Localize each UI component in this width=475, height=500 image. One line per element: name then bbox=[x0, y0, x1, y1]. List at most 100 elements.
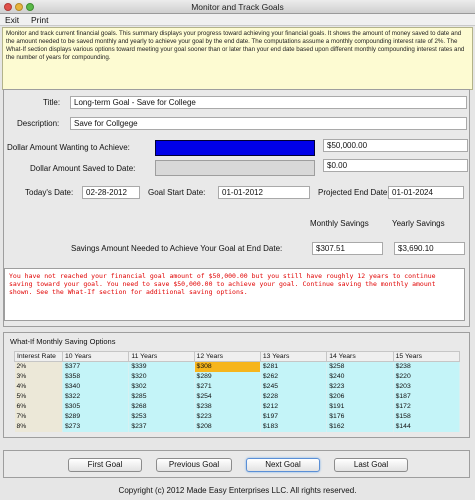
last-goal-button[interactable]: Last Goal bbox=[334, 458, 408, 472]
table-cell[interactable]: $358 bbox=[62, 372, 130, 382]
table-cell[interactable]: $253 bbox=[128, 412, 195, 422]
table-cell[interactable]: $162 bbox=[326, 422, 394, 432]
window-title-bar: Monitor and Track Goals bbox=[0, 0, 475, 14]
table-cell[interactable]: $144 bbox=[393, 422, 461, 432]
yearly-savings-header: Yearly Savings bbox=[392, 219, 445, 228]
previous-goal-button[interactable]: Previous Goal bbox=[156, 458, 232, 472]
table-cell[interactable]: $206 bbox=[326, 392, 394, 402]
first-goal-button[interactable]: First Goal bbox=[68, 458, 142, 472]
table-cell[interactable]: $191 bbox=[326, 402, 394, 412]
copyright-text: Copyright (c) 2012 Made Easy Enterprises… bbox=[118, 486, 357, 495]
end-date-label: Projected End Date: bbox=[318, 188, 390, 197]
whatif-table[interactable]: Interest Rate 10 Years 11 Years 12 Years… bbox=[14, 351, 461, 432]
table-cell[interactable]: $176 bbox=[326, 412, 394, 422]
monthly-savings-header: Monthly Savings bbox=[310, 219, 369, 228]
table-cell[interactable]: $183 bbox=[260, 422, 328, 432]
table-cell[interactable]: $285 bbox=[128, 392, 195, 402]
table-cell[interactable]: $172 bbox=[393, 402, 461, 412]
menu-exit[interactable]: Exit bbox=[3, 14, 21, 26]
minimize-window-button[interactable] bbox=[15, 3, 23, 11]
table-cell[interactable]: $262 bbox=[260, 372, 328, 382]
table-cell[interactable]: $220 bbox=[393, 372, 461, 382]
table-cell[interactable]: $339 bbox=[128, 361, 195, 372]
table-cell[interactable]: $223 bbox=[194, 412, 261, 422]
table-row[interactable]: 4% $340 $302 $271 $245 $223 $203 bbox=[14, 382, 461, 392]
wanting-label: Dollar Amount Wanting to Achieve: bbox=[7, 143, 130, 152]
table-cell[interactable]: $289 bbox=[194, 372, 261, 382]
rate-cell[interactable]: 5% bbox=[14, 392, 63, 402]
rate-cell[interactable]: 8% bbox=[14, 422, 63, 432]
description-label: Description: bbox=[17, 119, 60, 128]
menu-print[interactable]: Print bbox=[29, 14, 50, 26]
table-cell[interactable]: $281 bbox=[260, 361, 328, 372]
table-cell[interactable]: $258 bbox=[326, 361, 394, 372]
table-cell[interactable]: $238 bbox=[194, 402, 261, 412]
header-cell[interactable]: 13 Years bbox=[259, 351, 328, 362]
rate-cell[interactable]: 6% bbox=[14, 402, 63, 412]
header-cell[interactable]: 15 Years bbox=[392, 351, 461, 362]
intro-description: Monitor and track current financial goal… bbox=[2, 27, 473, 90]
table-cell[interactable]: $377 bbox=[62, 361, 130, 372]
menu-bar: Exit Print bbox=[0, 14, 475, 26]
table-cell[interactable]: $223 bbox=[326, 382, 394, 392]
todays-date-field[interactable]: 02-28-2012 bbox=[82, 186, 140, 199]
table-cell[interactable]: $254 bbox=[194, 392, 261, 402]
saved-amount-bar bbox=[155, 160, 315, 176]
table-cell[interactable]: $203 bbox=[393, 382, 461, 392]
table-cell[interactable]: $197 bbox=[260, 412, 328, 422]
table-cell[interactable]: $187 bbox=[393, 392, 461, 402]
table-row[interactable]: 6% $305 $268 $238 $212 $191 $172 bbox=[14, 402, 461, 412]
header-cell[interactable]: 11 Years bbox=[128, 351, 195, 362]
title-field[interactable]: Long-term Goal - Save for College bbox=[70, 96, 467, 109]
yearly-savings-field[interactable]: $3,690.10 bbox=[394, 242, 465, 255]
table-cell[interactable]: $208 bbox=[194, 422, 261, 432]
needed-label: Savings Amount Needed to Achieve Your Go… bbox=[71, 244, 283, 253]
rate-cell[interactable]: 2% bbox=[14, 361, 63, 372]
start-date-label: Goal Start Date: bbox=[148, 188, 206, 197]
table-cell[interactable]: $322 bbox=[62, 392, 130, 402]
saved-amount-field[interactable]: $0.00 bbox=[323, 159, 468, 172]
header-cell[interactable]: 12 Years bbox=[193, 351, 261, 362]
table-cell[interactable]: $340 bbox=[62, 382, 130, 392]
window-title: Monitor and Track Goals bbox=[191, 2, 284, 12]
rate-cell[interactable]: 4% bbox=[14, 382, 63, 392]
table-cell[interactable]: $238 bbox=[393, 361, 461, 372]
header-cell[interactable]: Interest Rate bbox=[14, 351, 63, 362]
todays-date-label: Today's Date: bbox=[25, 188, 74, 197]
table-cell[interactable]: $289 bbox=[62, 412, 130, 422]
wanting-amount-field[interactable]: $50,000.00 bbox=[323, 139, 468, 152]
table-cell[interactable]: $320 bbox=[128, 372, 195, 382]
table-row[interactable]: 5% $322 $285 $254 $228 $206 $187 bbox=[14, 392, 461, 402]
header-cell[interactable]: 14 Years bbox=[326, 351, 394, 362]
table-cell[interactable]: $158 bbox=[393, 412, 461, 422]
next-goal-button[interactable]: Next Goal bbox=[246, 458, 320, 472]
table-row[interactable]: 3% $358 $320 $289 $262 $240 $220 bbox=[14, 372, 461, 382]
table-cell[interactable]: $237 bbox=[128, 422, 195, 432]
table-cell[interactable]: $245 bbox=[260, 382, 328, 392]
rate-cell[interactable]: 3% bbox=[14, 372, 63, 382]
zoom-window-button[interactable] bbox=[26, 3, 34, 11]
selected-table-cell[interactable]: $308 bbox=[194, 361, 261, 372]
table-cell[interactable]: $271 bbox=[194, 382, 261, 392]
status-message: You have not reached your financial goal… bbox=[4, 268, 465, 321]
table-cell[interactable]: $240 bbox=[326, 372, 394, 382]
table-cell[interactable]: $273 bbox=[62, 422, 130, 432]
table-row[interactable]: 8% $273 $237 $208 $183 $162 $144 bbox=[14, 422, 461, 432]
table-cell[interactable]: $228 bbox=[260, 392, 328, 402]
table-cell[interactable]: $268 bbox=[128, 402, 195, 412]
monthly-savings-field[interactable]: $307.51 bbox=[312, 242, 383, 255]
description-field[interactable]: Save for Collgege bbox=[70, 117, 467, 130]
rate-cell[interactable]: 7% bbox=[14, 412, 63, 422]
table-row[interactable]: 2% $377 $339 $308 $281 $258 $238 bbox=[14, 361, 461, 372]
table-cell[interactable]: $305 bbox=[62, 402, 130, 412]
table-cell[interactable]: $302 bbox=[128, 382, 195, 392]
start-date-field[interactable]: 01-01-2012 bbox=[218, 186, 310, 199]
end-date-field[interactable]: 01-01-2024 bbox=[388, 186, 464, 199]
wanting-amount-bar bbox=[155, 140, 315, 156]
whatif-header-row: Interest Rate 10 Years 11 Years 12 Years… bbox=[14, 351, 461, 362]
table-row[interactable]: 7% $289 $253 $223 $197 $176 $158 bbox=[14, 412, 461, 422]
table-cell[interactable]: $212 bbox=[260, 402, 328, 412]
saved-label: Dollar Amount Saved to Date: bbox=[30, 164, 136, 173]
header-cell[interactable]: 10 Years bbox=[61, 351, 130, 362]
close-window-button[interactable] bbox=[4, 3, 12, 11]
